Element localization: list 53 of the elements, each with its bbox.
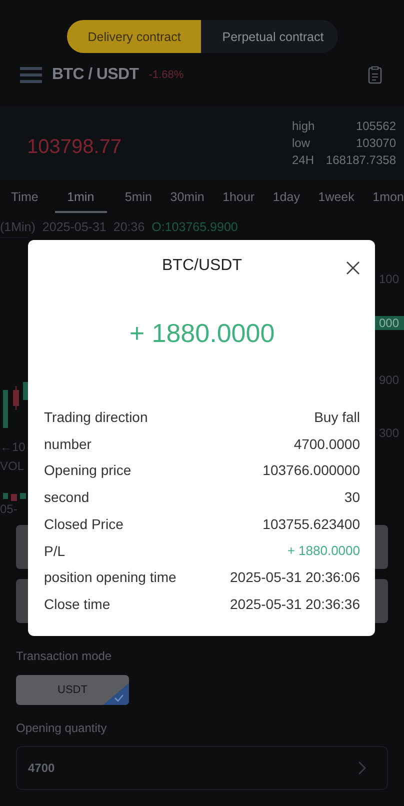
detail-label: P/L bbox=[44, 542, 66, 561]
stat-label: 24H bbox=[292, 153, 314, 168]
detail-value: 2025-05-31 20:36:06 bbox=[230, 568, 360, 588]
interval-tab[interactable]: 1mon bbox=[372, 182, 404, 213]
detail-label: number bbox=[44, 434, 92, 454]
close-icon[interactable] bbox=[346, 261, 360, 275]
detail-label: Closed Price bbox=[44, 514, 124, 534]
stat-value: 168187.7358 bbox=[326, 153, 396, 168]
stat-value: 103070 bbox=[356, 136, 396, 151]
chevron-right-icon bbox=[357, 760, 367, 776]
detail-label: position opening time bbox=[44, 568, 176, 588]
last-price: 103798.77 bbox=[27, 136, 122, 159]
interval-tab[interactable]: 5min bbox=[124, 182, 152, 213]
open-price: O:103765.9900 bbox=[152, 220, 238, 234]
chart-time: 20:36 bbox=[113, 220, 145, 234]
document-icon[interactable] bbox=[368, 66, 382, 84]
detail-value: + 1880.0000 bbox=[287, 542, 360, 560]
interval-tab[interactable]: 30min bbox=[170, 182, 204, 213]
chart-date: 2025-05-31 bbox=[42, 220, 106, 234]
detail-value: 103766.000000 bbox=[262, 461, 360, 480]
interval-tab[interactable]: 1day bbox=[272, 182, 300, 213]
detail-value: Buy fall bbox=[314, 408, 360, 427]
contract-tab[interactable]: Perpetual contract bbox=[201, 20, 338, 53]
detail-label: Close time bbox=[44, 594, 110, 614]
section-label: Opening quantity bbox=[16, 721, 108, 735]
interval-tab[interactable]: 1min bbox=[54, 182, 107, 213]
mode-option[interactable]: USDT bbox=[16, 675, 129, 705]
chart-period: (1Min) bbox=[0, 220, 36, 234]
dialog-title: BTC/USDT bbox=[162, 257, 242, 276]
change-percent: -1.68% bbox=[148, 69, 184, 81]
interval-tab[interactable]: Time bbox=[11, 182, 38, 213]
stat-label: low bbox=[292, 136, 310, 151]
detail-value: 2025-05-31 20:36:36 bbox=[230, 594, 360, 614]
interval-tab[interactable]: 1hour bbox=[222, 182, 255, 213]
stat-value: 105562 bbox=[356, 119, 396, 134]
quantity-value: 4700 bbox=[28, 761, 55, 775]
stat-label: high bbox=[292, 119, 315, 134]
section-label: Transaction mode bbox=[16, 649, 113, 663]
detail-label: second bbox=[44, 488, 90, 508]
detail-label: Opening price bbox=[44, 461, 132, 480]
quantity-field[interactable]: 4700 bbox=[16, 746, 388, 790]
detail-value: 30 bbox=[344, 488, 360, 508]
detail-value: 4700.0000 bbox=[294, 434, 360, 454]
pair-title: BTC / USDT bbox=[52, 66, 139, 84]
profit-amount: + 1880.0000 bbox=[128, 318, 276, 349]
detail-value: 103755.623400 bbox=[262, 514, 360, 534]
price-axis-label: 000 bbox=[375, 316, 404, 330]
check-icon bbox=[103, 683, 129, 705]
interval-tab[interactable]: 1week bbox=[318, 182, 354, 213]
volume-bars-drawing bbox=[0, 491, 28, 501]
detail-label: Trading direction bbox=[44, 408, 148, 427]
contract-tab[interactable]: Delivery contract bbox=[67, 20, 202, 53]
menu-icon[interactable] bbox=[20, 66, 42, 84]
